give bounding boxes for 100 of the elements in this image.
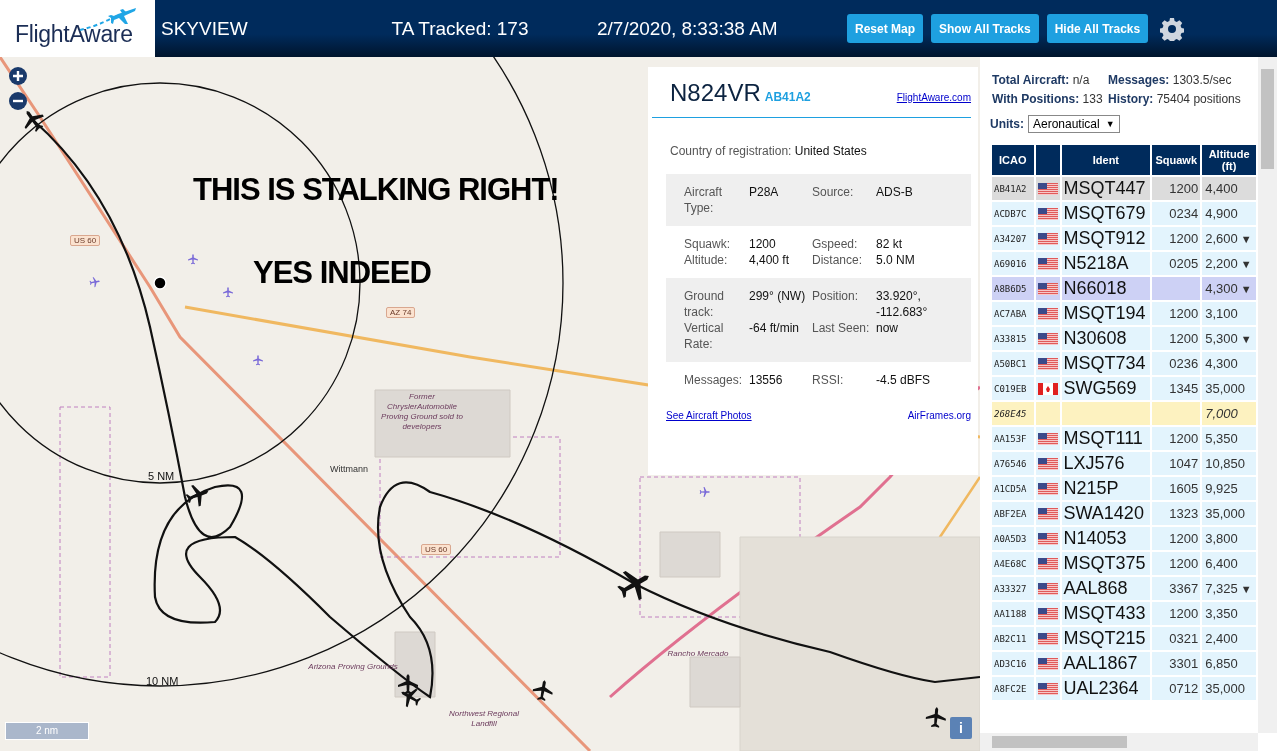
zoom-in-button[interactable] [9,67,27,85]
airplane-icon[interactable] [401,688,422,708]
zoom-out-button[interactable] [9,92,27,110]
aircraft-row[interactable]: AA1188 MSQT433 1200 3,350 [992,602,1256,625]
aircraft-row[interactable]: A34207 MSQT912 1200 2,600 ▼ [992,227,1256,250]
stat-text: History: 75404 positions [1108,92,1242,107]
aircraft-row[interactable]: A8B6D5 N66018 4,300 ▼ [992,277,1256,300]
icao-code: AB41A2 [764,90,811,104]
ident-cell: MSQT375 [1061,552,1151,575]
airplane-icon[interactable] [398,674,418,695]
field-label: Aircraft Type: [684,184,723,216]
tracked-count: TA Tracked: 173 [390,17,530,40]
icao-cell: A8B6D5 [992,277,1034,300]
field-label: Gspeed: [812,236,859,252]
altitude-cell: 7,325 [1205,581,1238,596]
info-button[interactable]: i [950,717,972,739]
stat-text: With Positions: 133 [992,92,1104,107]
aircraft-row[interactable]: A0A5D3 N14053 1200 3,800 [992,527,1256,550]
aircraft-row[interactable]: ACDB7C MSQT679 0234 4,900 [992,202,1256,225]
altitude-cell: 10,850 [1205,456,1245,471]
altitude-cell: 35,000 [1205,681,1245,696]
ident-cell: SWG569 [1061,377,1151,400]
app-title: SKYVIEW [161,17,249,40]
field-label: Altitude: [684,252,729,268]
aircraft-row[interactable]: A33327 AAL868 3367 7,325 ▼ [992,577,1256,600]
aircraft-row[interactable]: AB2C11 MSQT215 0321 2,400 [992,627,1256,650]
column-header[interactable]: Ident [1061,145,1151,175]
squawk-cell: 1605 [1152,477,1201,500]
icao-cell: AB41A2 [992,177,1034,200]
field-label: Messages: [684,372,744,388]
squawk-cell: 0712 [1152,677,1201,700]
ident-cell: MSQT194 [1061,302,1151,325]
airplane-icon[interactable] [185,485,209,507]
vertical-scrollbar[interactable] [1258,57,1277,733]
ident-cell: MSQT433 [1061,602,1151,625]
squawk-cell: 1200 [1152,227,1201,250]
altitude-cell: 5,350 [1205,431,1238,446]
icao-cell: AC7ABA [992,302,1034,325]
altitude-cell: 4,300 [1205,356,1238,371]
aircraft-row[interactable]: 268E45 7,000 [992,402,1256,425]
field-label: Vertical Rate: [684,320,725,352]
field-value: -64 ft/min [749,320,800,337]
aircraft-row[interactable]: A4E68C MSQT375 1200 6,400 [992,552,1256,575]
icao-cell: A8FC2E [992,677,1034,700]
squawk-cell: 3367 [1152,577,1201,600]
altitude-cell: 4,400 [1205,181,1238,196]
squawk-cell: 0205 [1152,252,1201,275]
aircraft-row[interactable]: A50BC1 MSQT734 0236 4,300 [992,352,1256,375]
aircraft-photos-link[interactable]: See Aircraft Photos [666,410,752,421]
altitude-cell: 5,300 [1205,331,1238,346]
descending-arrow-icon: ▼ [1240,583,1252,595]
column-header[interactable]: ICAO [992,145,1034,175]
field-label: Ground track: [684,288,726,320]
aircraft-row[interactable]: A76546 LXJ576 1047 10,850 [992,452,1256,475]
road-shield: US 60 [70,235,101,246]
airplane-icon[interactable] [532,680,553,702]
squawk-cell: 3301 [1152,652,1201,675]
column-header[interactable] [1035,145,1060,175]
aircraft-row[interactable]: A69016 N5218A 0205 2,200 ▼ [992,252,1256,275]
registration-text: N824VR [670,79,761,107]
airframes-link[interactable]: AirFrames.org [907,410,971,421]
column-header[interactable]: Squawk [1152,145,1201,175]
icao-cell: ABF2EA [992,502,1034,525]
field-value: -4.5 dBFS [876,372,932,388]
ident-cell: N14053 [1061,527,1151,550]
icao-cell: ACDB7C [992,202,1034,225]
aircraft-row[interactable]: AD3C16 AAL1867 3301 6,850 [992,652,1256,675]
aircraft-row[interactable]: AB41A2 MSQT447 1200 4,400 [992,177,1256,200]
ident-cell: MSQT912 [1061,227,1151,250]
altitude-cell: 4,900 [1205,206,1238,221]
altitude-cell: 2,200 [1205,256,1238,271]
units-dropdown[interactable]: Aeronautical ▼ [1028,115,1120,133]
range-ring-label: 5 NM [148,470,175,482]
aircraft-row[interactable]: C019EB SWG569 1345 35,000 [992,377,1256,400]
column-header[interactable]: Altitude (ft) [1202,145,1256,175]
aircraft-row[interactable]: AC7ABA MSQT194 1200 3,100 [992,302,1256,325]
altitude-cell: 35,000 [1205,506,1245,521]
airplane-icon[interactable] [925,707,946,728]
altitude-cell: 7,000 [1205,406,1238,421]
field-value: 13556 [749,372,784,388]
aircraft-row[interactable]: AA153F MSQT111 1200 5,350 [992,427,1256,450]
icao-cell: AA1188 [992,602,1034,625]
horizontal-scrollbar[interactable] [980,733,1258,751]
settings-icon[interactable] [1160,16,1185,41]
aircraft-row[interactable]: A1CD5A N215P 1605 9,925 [992,477,1256,500]
flightaware-link[interactable]: FlightAware.com [896,92,971,103]
icao-cell: A33815 [992,327,1034,350]
date-time: 2/7/2020, 8:33:38 AM [597,17,779,40]
aircraft-row[interactable]: A8FC2E UAL2364 0712 35,000 [992,677,1256,700]
descending-arrow-icon: ▼ [1240,333,1252,345]
field-value: 5.0 NM [876,252,916,268]
descending-arrow-icon: ▼ [1240,283,1252,295]
field-value: 1200 [749,236,777,252]
aircraft-row[interactable]: ABF2EA SWA1420 1323 35,000 [992,502,1256,525]
field-label: Distance: [812,252,864,268]
icao-cell: C019EB [992,377,1034,400]
airplane-icon[interactable] [24,111,44,132]
airplane-icon[interactable] [617,570,649,601]
aircraft-row[interactable]: A33815 N30608 1200 5,300 ▼ [992,327,1256,350]
ident-cell: AAL1867 [1061,652,1151,675]
